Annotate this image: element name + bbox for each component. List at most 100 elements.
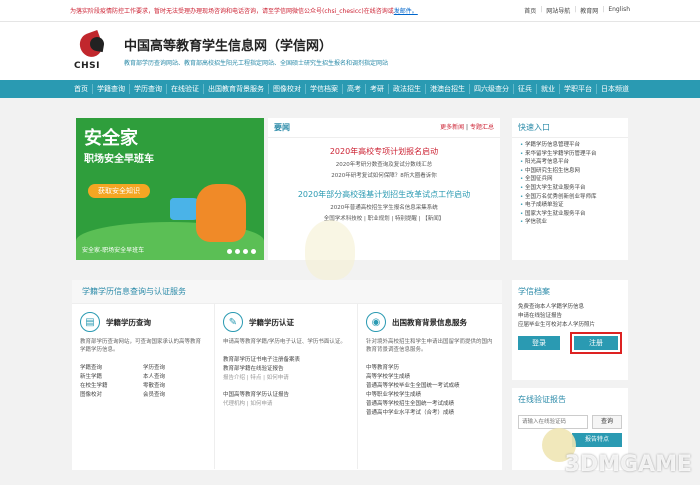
news-headline[interactable]: 2020年部分高校强基计划招生改革试点工作启动 [268,189,500,200]
document-icon: ▤ [80,312,100,332]
nav-overseas-service[interactable]: 出国教育背景服务 [204,84,269,94]
banner-title: 安全家 [84,128,138,149]
news-heading: 要闻 [274,123,290,132]
nav-kaoyan[interactable]: 考研 [366,84,389,94]
news-item[interactable]: 2020年研考复试如何保障？8所大圈看诉你 [268,171,500,179]
site-subtitle: 教育部学历查询网站、教育部高校招生阳光工程指定网站、全国硕士研究生招生报名和调剂… [124,60,389,67]
topics-link[interactable]: 专题汇总 [470,124,494,131]
site-header: CHSI 中国高等教育学生信息网（学信网） 教育部学历查询网站、教育部高校招生阳… [0,22,700,80]
degree-auth-column: ✎ 学籍学历认证 申请高等教育学籍/学历电子认证、学历书面认证。 教育部学历证书电… [215,304,358,469]
link-enrollment-query[interactable]: 学籍查询 [80,364,143,373]
link-degree-auth-report[interactable]: 中国高等教育学历认证报告 [223,391,349,400]
query-auth-panel: 学籍学历信息查询与认证服务 ▤ 学籍学历查询 教育部学历查询网站，可查询国家承认的… [72,280,502,470]
register-button[interactable]: 注册 [574,336,618,350]
link-graduate-exam-scores[interactable]: 普通高等学校毕业生全国统一考试成绩 [366,382,493,391]
site-title: 中国高等教育学生信息网（学信网） [124,39,333,54]
chsi-logo[interactable]: CHSI [74,29,116,71]
banner-button[interactable]: 获取安全知识 [88,184,150,198]
link-image-check[interactable]: 图像校对 [80,391,143,400]
link-single-query[interactable]: 零散查询 [143,382,206,391]
link-online-verify-report[interactable]: 教育部学籍在线验证报告 [223,365,349,374]
nav-hk-tw-admission[interactable]: 港澳台招生 [426,84,470,94]
promo-banner[interactable]: 安全家 职场安全早班车 获取安全知识 安全家-职场安全早班车 [76,118,264,260]
degree-query-column: ▤ 学籍学历查询 教育部学历查询网站，可查询国家承认的高等教育学籍学历信息。 学籍… [72,304,215,469]
top-link-english[interactable]: English [608,6,630,15]
notice-message: 为落实阶段疫情防控工作要求，暂时无法受理办理现场咨询和电话咨询，请至学信网微信公… [70,8,394,15]
link-current-student[interactable]: 在校生学籍 [80,382,143,391]
verify-heading: 在线验证报告 [518,395,566,404]
verify-code-input[interactable] [518,415,588,429]
quick-entry-item[interactable]: 阳光高考信息平台 [520,158,620,167]
nav-image-check[interactable]: 图像校对 [269,84,306,94]
archive-line: 申请在线验证报告 [518,313,563,319]
column-description: 申请高等教育学籍/学历电子认证、学历书面认证。 [223,339,346,345]
notice-text: 为落实阶段疫情防控工作要求，暂时无法受理办理现场咨询和电话咨询，请至学信网微信公… [70,6,418,15]
carousel-dots[interactable] [227,249,256,254]
quick-entry-item[interactable]: 学籍学历信息管理平台 [520,141,620,150]
nav-enrollment-query[interactable]: 学籍查询 [93,84,130,94]
nav-home[interactable]: 首页 [70,84,93,94]
top-link-edu[interactable]: 教育网 [580,6,598,15]
login-button[interactable]: 登录 [518,336,560,350]
link-member-query[interactable]: 会员查询 [143,391,206,400]
news-item[interactable]: 2020年普通高校招生学生报名信息采集系统 [268,203,500,211]
news-item[interactable]: 全国学术科技校 | 职业规划 | 特别提醒 | 【新闻】 [268,214,500,222]
link-degree-query[interactable]: 学历查询 [143,364,206,373]
quick-entry-item[interactable]: 全国万名优秀创新创业导师库 [520,193,620,202]
divider: | [574,6,577,13]
nav-career-platform[interactable]: 学职平台 [560,84,597,94]
top-bar: 为落实阶段疫情防控工作要求，暂时无法受理办理现场咨询和电话咨询，请至学信网微信公… [0,0,700,22]
link-registration-form[interactable]: 教育部学历证书电子注册备案表 [223,356,349,365]
column-title[interactable]: 学籍学历查询 [106,317,151,328]
banner-subtitle: 职场安全早班车 [84,154,154,165]
link-highschool-scores[interactable]: 普通高中学业水平考试（合考）成绩 [366,409,493,418]
column-title[interactable]: 出国教育背景信息服务 [392,317,467,328]
link-new-student[interactable]: 新生学籍 [80,373,143,382]
query-button[interactable]: 查询 [592,415,622,429]
nav-employment[interactable]: 就业 [537,84,560,94]
main-nav: 首页 学籍查询 学历查询 在线验证 出国教育背景服务 图像校对 学信档案 高考 … [0,80,700,98]
nav-archive[interactable]: 学信档案 [306,84,343,94]
link-vocational-scores[interactable]: 中等职业学校学生成绩 [366,391,493,400]
watermark-logo: 3DMGAME [564,452,692,477]
link-gaokao-scores[interactable]: 普通高等学校招生全国统一考试成绩 [366,400,493,409]
quick-entry-item[interactable]: 中国研究生招生信息网 [520,167,620,176]
mascot-illustration [196,184,246,242]
nav-online-verify[interactable]: 在线验证 [167,84,204,94]
archive-heading: 学信档案 [518,287,550,296]
quick-entry-item[interactable]: 电子成绩单验证 [520,201,620,210]
quick-entry-item[interactable]: 全国征兵网 [520,175,620,184]
link-self-query[interactable]: 本人查询 [143,373,206,382]
more-news-link[interactable]: 更多新闻 [440,124,464,131]
nav-conscription[interactable]: 征兵 [514,84,537,94]
carousel-dot[interactable] [235,249,240,254]
news-headline[interactable]: 2020年高校专项计划报名启动 [268,146,500,157]
auth-sublinks[interactable]: 代理机构 | 如何申请 [223,400,349,409]
nav-degree-query[interactable]: 学历查询 [130,84,167,94]
carousel-dot[interactable] [227,249,232,254]
notice-email-link[interactable]: 发邮件。 [394,8,418,15]
nav-gaokao[interactable]: 高考 [343,84,366,94]
report-features-button[interactable]: 报告特点 [572,433,622,447]
link-secondary-degree[interactable]: 中等教育学历 [366,364,493,373]
column-description: 针对境外高校招生和学生申请出国留学而提供的国内教育背景调查信息服务。 [366,339,493,353]
quick-entry-item[interactable]: 国家大学生就业服务平台 [520,210,620,219]
decorative-mascot [305,220,355,280]
banner-caption: 安全家-职场安全早班车 [82,247,145,254]
quick-entry-item[interactable]: 全国大学生就业服务平台 [520,184,620,193]
nav-law-admission[interactable]: 政法招生 [389,84,426,94]
register-highlight: 注册 [570,332,622,354]
carousel-dot[interactable] [251,249,256,254]
quick-entry-item[interactable]: 学信就业 [520,218,620,227]
news-item[interactable]: 2020年考研分数查询及复试分数线汇总 [268,160,500,168]
divider: | [540,6,543,13]
column-title[interactable]: 学籍学历认证 [249,317,294,328]
report-sublinks[interactable]: 报告介绍 | 特点 | 如何申请 [223,374,349,383]
carousel-dot[interactable] [243,249,248,254]
link-university-scores[interactable]: 高等学校学生成绩 [366,373,493,382]
top-link-home[interactable]: 首页 [524,6,536,15]
top-link-sitemap[interactable]: 网站导航 [546,6,570,15]
nav-cet-scores[interactable]: 四六级查分 [470,84,514,94]
quick-entry-item[interactable]: 来华留学生学籍学历管理平台 [520,150,620,159]
nav-japan-channel[interactable]: 日本频道 [597,84,633,94]
